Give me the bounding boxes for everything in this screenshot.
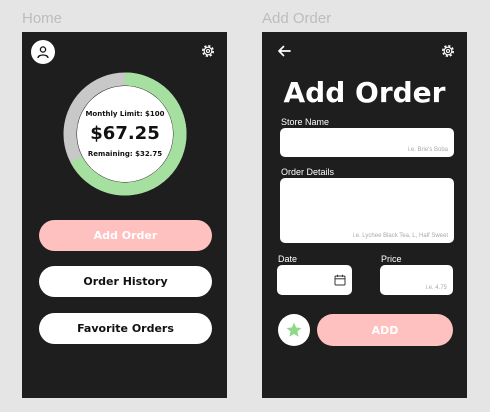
home-screen: Monthly Limit: $100 $67.25 Remaining: $3… [22,32,227,398]
budget-summary: Monthly Limit: $100 $67.25 Remaining: $3… [77,86,173,182]
store-name-input[interactable]: i.e. Brie's Boba [280,128,454,157]
calendar-icon[interactable] [334,274,346,286]
date-input[interactable] [277,265,352,295]
price-label: Price [381,254,402,264]
order-details-input[interactable]: i.e. Lychee Black Tea, L, Half Sweet [280,178,454,243]
price-placeholder: i.e. 4.75 [425,285,447,291]
order-details-placeholder: i.e. Lychee Black Tea, L, Half Sweet [352,233,448,239]
gear-icon[interactable] [200,43,216,59]
add-submit-button[interactable]: ADD [317,314,453,346]
star-icon [286,322,302,337]
remaining-amount: Remaining: $32.75 [87,150,163,158]
user-icon [37,46,49,59]
add-order-screen: Add Order Store Name i.e. Brie's Boba Or… [262,32,467,398]
frame-label-add-order: Add Order [262,10,332,27]
monthly-limit: Monthly Limit: $100 [85,110,165,118]
store-name-placeholder: i.e. Brie's Boba [407,147,448,153]
arrow-left-icon[interactable] [276,43,292,59]
gear-icon[interactable] [440,43,456,59]
budget-ring: Monthly Limit: $100 $67.25 Remaining: $3… [63,72,187,196]
order-details-label: Order Details [281,167,335,177]
date-label: Date [278,254,298,264]
frame-label-home: Home [22,10,63,27]
spent-amount: $67.25 [90,123,160,144]
favorite-button[interactable] [278,314,310,346]
order-history-button[interactable]: Order History [39,266,212,297]
store-name-label: Store Name [281,117,330,127]
favorite-orders-button[interactable]: Favorite Orders [39,313,212,344]
profile-button[interactable] [31,40,55,64]
add-order-button[interactable]: Add Order [39,220,212,251]
price-input[interactable]: i.e. 4.75 [380,265,453,295]
page-title: Add Order [283,76,446,109]
